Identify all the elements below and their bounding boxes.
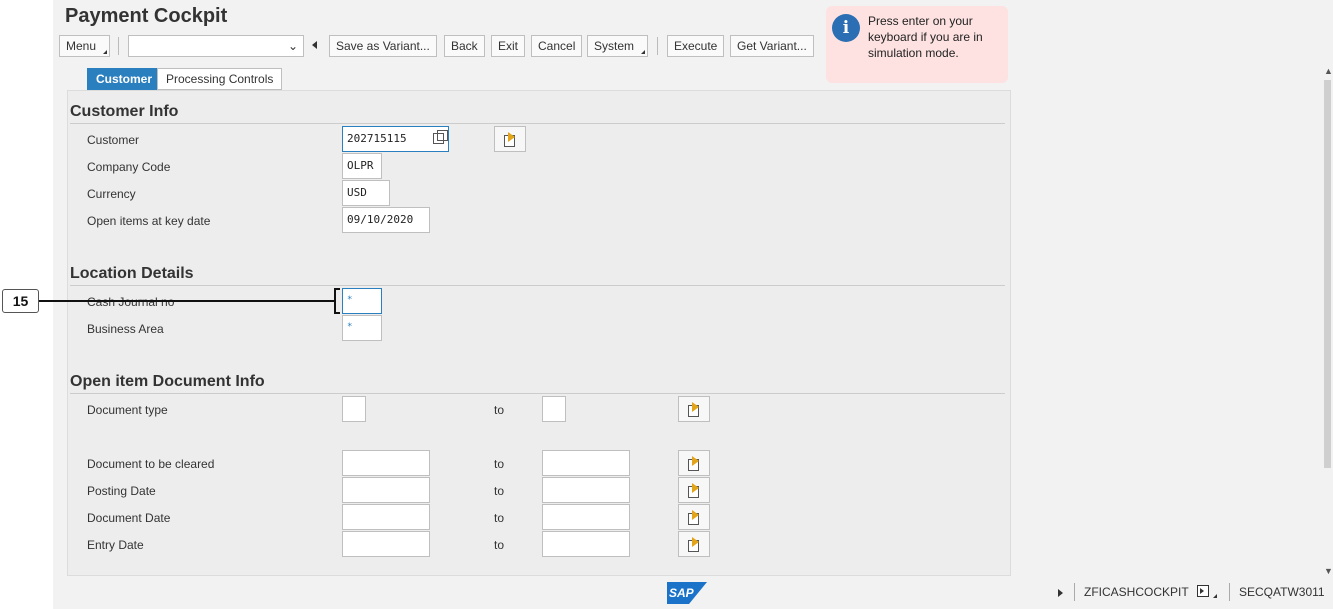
- system-button[interactable]: System: [587, 35, 648, 57]
- key-date-field[interactable]: 09/10/2020: [342, 207, 430, 233]
- section-divider: [70, 123, 1005, 124]
- menu-button[interactable]: Menu: [59, 35, 110, 57]
- transaction-menu-icon[interactable]: [1197, 585, 1209, 597]
- exit-button[interactable]: Exit: [491, 35, 526, 57]
- system-id: SECQATW3011: [1239, 585, 1325, 599]
- arrow-right-icon: [692, 402, 699, 412]
- range-to-label: to: [494, 484, 505, 498]
- arrow-right-icon: [692, 483, 699, 493]
- location-details-heading: Location Details: [70, 265, 194, 282]
- currency-label: Currency: [87, 187, 136, 201]
- range-to-label: to: [494, 538, 505, 552]
- range-to-label: to: [494, 403, 505, 417]
- document-date-to-field[interactable]: [542, 504, 630, 530]
- arrow-right-icon: [692, 510, 699, 520]
- section-divider: [70, 285, 1005, 286]
- menu-button-label: Menu: [66, 39, 97, 53]
- document-cleared-to-field[interactable]: [542, 450, 630, 476]
- callout-number-badge: 15: [2, 289, 39, 313]
- doc-row-label: Document type: [87, 403, 168, 417]
- document-info-heading: Open item Document Info: [70, 373, 265, 390]
- entry-date-to-field[interactable]: [542, 531, 630, 557]
- doc-row-label: Posting Date: [87, 484, 156, 498]
- variant-select[interactable]: ⌄: [128, 35, 304, 57]
- arrow-right-icon: [692, 537, 699, 547]
- multiple-selection-button[interactable]: [678, 477, 710, 503]
- document-date-from-field[interactable]: [342, 504, 430, 530]
- multiple-selection-button[interactable]: [678, 504, 710, 530]
- customer-field[interactable]: 202715115: [342, 126, 449, 152]
- callout-bracket: [334, 288, 340, 314]
- company-code-label: Company Code: [87, 160, 171, 174]
- customer-multiple-selection-button[interactable]: [494, 126, 526, 152]
- status-separator: [1229, 583, 1230, 601]
- toolbar-separator: [118, 37, 119, 55]
- multiple-selection-button[interactable]: [678, 531, 710, 557]
- status-separator: [1074, 583, 1075, 601]
- info-icon: i: [832, 14, 860, 42]
- get-variant-button[interactable]: Get Variant...: [730, 35, 814, 57]
- cash-journal-label: Cash Journal no: [87, 295, 175, 309]
- chevron-down-icon: ⌄: [287, 39, 298, 53]
- expand-status-icon[interactable]: [1058, 589, 1063, 597]
- dropdown-corner-icon: [641, 50, 645, 54]
- tab-customer[interactable]: Customer: [87, 68, 162, 90]
- transaction-code: ZFICASHCOCKPIT: [1084, 585, 1189, 599]
- business-area-field[interactable]: *: [342, 315, 382, 341]
- arrow-right-icon: [508, 132, 515, 142]
- back-button[interactable]: Back: [444, 35, 485, 57]
- dropdown-corner-icon[interactable]: [1213, 594, 1217, 598]
- page-title: Payment Cockpit: [65, 5, 228, 27]
- scrollbar-thumb[interactable]: [1324, 80, 1331, 468]
- vertical-scrollbar[interactable]: ▲ ▼: [1322, 64, 1333, 576]
- tab-processing-controls[interactable]: Processing Controls: [157, 68, 283, 90]
- cancel-button[interactable]: Cancel: [531, 35, 583, 57]
- posting-date-from-field[interactable]: [342, 477, 430, 503]
- range-to-label: to: [494, 457, 505, 471]
- document-type-from-field[interactable]: [342, 396, 366, 422]
- posting-date-to-field[interactable]: [542, 477, 630, 503]
- section-divider: [70, 393, 1005, 394]
- company-code-field[interactable]: OLPR: [342, 153, 382, 179]
- document-type-to-field[interactable]: [542, 396, 566, 422]
- doc-row-label: Entry Date: [87, 538, 144, 552]
- scroll-up-icon[interactable]: ▲: [1324, 66, 1333, 76]
- execute-button[interactable]: Execute: [667, 35, 725, 57]
- scroll-down-icon[interactable]: ▼: [1324, 566, 1333, 576]
- callout-line: [39, 300, 336, 302]
- entry-date-from-field[interactable]: [342, 531, 430, 557]
- cash-journal-field[interactable]: *: [342, 288, 382, 314]
- currency-field[interactable]: USD: [342, 180, 390, 206]
- collapse-toolbar-icon[interactable]: [312, 41, 317, 49]
- toolbar-separator: [657, 37, 658, 55]
- document-cleared-from-field[interactable]: [342, 450, 430, 476]
- customer-field-value: 202715115: [347, 132, 407, 145]
- dropdown-corner-icon: [103, 50, 107, 54]
- business-area-label: Business Area: [87, 322, 164, 336]
- doc-row-label: Document Date: [87, 511, 171, 525]
- save-as-variant-button[interactable]: Save as Variant...: [329, 35, 437, 57]
- simulation-tooltip: i Press enter on your keyboard if you ar…: [826, 6, 1008, 83]
- tooltip-message: Press enter on your keyboard if you are …: [868, 14, 983, 60]
- arrow-right-icon: [692, 456, 699, 466]
- multiple-selection-button[interactable]: [678, 450, 710, 476]
- multiple-selection-button[interactable]: [678, 396, 710, 422]
- form-panel: [67, 90, 1011, 576]
- key-date-label: Open items at key date: [87, 214, 211, 228]
- range-to-label: to: [494, 511, 505, 525]
- system-button-label: System: [594, 39, 635, 53]
- doc-row-label: Document to be cleared: [87, 457, 215, 471]
- value-help-icon[interactable]: [433, 130, 448, 144]
- customer-label: Customer: [87, 133, 140, 147]
- customer-info-heading: Customer Info: [70, 103, 179, 120]
